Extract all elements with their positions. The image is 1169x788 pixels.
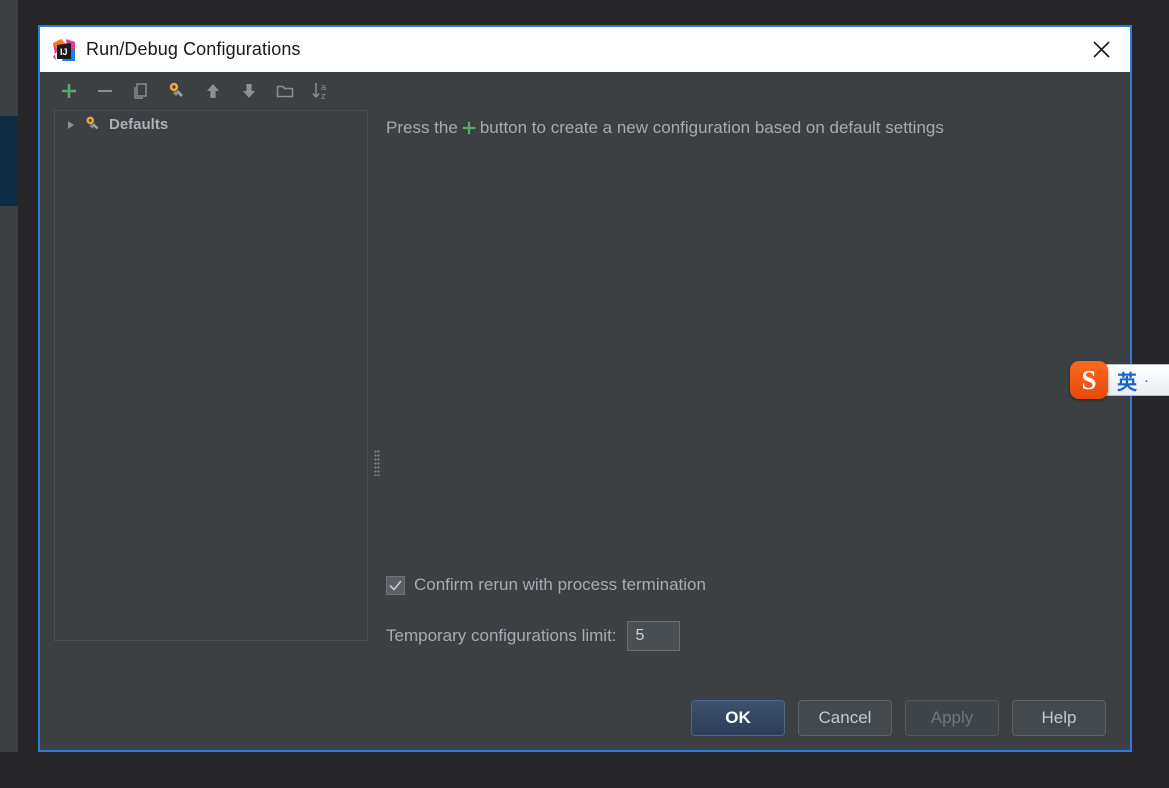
- apply-button: Apply: [905, 700, 999, 736]
- checkmark-icon: [389, 579, 402, 591]
- ide-bottom-area: [0, 752, 1169, 788]
- ime-punctuation-icon[interactable]: ·: [1144, 372, 1149, 389]
- tree-item-defaults[interactable]: Defaults: [55, 111, 367, 137]
- ide-left-strip-highlight: [0, 116, 18, 206]
- hint-text-after: button to create a new configuration bas…: [479, 118, 944, 137]
- sort-alphabetically-icon[interactable]: a z: [308, 78, 334, 104]
- confirm-rerun-option[interactable]: Confirm rerun with process termination: [386, 575, 1130, 595]
- empty-state-hint: Press the button to create a new configu…: [386, 118, 1110, 138]
- intellij-idea-logo-icon: IJ: [53, 38, 75, 61]
- svg-text:z: z: [321, 91, 326, 101]
- hint-text-before: Press the: [386, 118, 458, 137]
- help-button[interactable]: Help: [1012, 700, 1106, 736]
- move-up-icon[interactable]: [200, 78, 226, 104]
- edit-defaults-icon[interactable]: [164, 78, 190, 104]
- panel-splitter[interactable]: [368, 110, 386, 686]
- temporary-limit-option: Temporary configurations limit:: [386, 621, 1130, 651]
- copy-icon[interactable]: [128, 78, 154, 104]
- confirm-rerun-checkbox[interactable]: [386, 575, 405, 595]
- sogou-ime-toolbar[interactable]: S 英 ·: [1070, 361, 1169, 399]
- remove-icon[interactable]: [92, 78, 118, 104]
- wrench-gear-icon: [84, 115, 102, 133]
- configurations-tree-panel[interactable]: Defaults: [54, 110, 368, 641]
- folder-icon[interactable]: [272, 78, 298, 104]
- temporary-limit-label: Temporary configurations limit:: [386, 626, 617, 645]
- add-icon: [460, 119, 478, 137]
- configurations-toolbar: a z: [40, 72, 1130, 110]
- dialog-body: a z Defaults Press the button to create …: [40, 72, 1130, 750]
- run-debug-configurations-dialog: IJ Run/Debug Configurations a z Defaults…: [38, 25, 1132, 752]
- splitter-grip-icon[interactable]: [374, 450, 380, 476]
- svg-text:IJ: IJ: [60, 47, 68, 57]
- confirm-rerun-label: Confirm rerun with process termination: [414, 575, 706, 594]
- close-icon[interactable]: [1072, 27, 1130, 72]
- dialog-titlebar: IJ Run/Debug Configurations: [40, 27, 1130, 72]
- temporary-limit-input[interactable]: [626, 621, 680, 651]
- configuration-detail-pane: Press the button to create a new configu…: [386, 110, 1130, 686]
- ime-language-indicator[interactable]: 英: [1117, 366, 1137, 395]
- cancel-button[interactable]: Cancel: [798, 700, 892, 736]
- tree-item-label: Defaults: [109, 115, 169, 133]
- dialog-main-area: Defaults Press the button to create a ne…: [40, 110, 1130, 686]
- dialog-footer: OK Cancel Apply Help: [40, 686, 1130, 750]
- dialog-title: Run/Debug Configurations: [86, 39, 301, 59]
- ok-button[interactable]: OK: [691, 700, 785, 736]
- move-down-icon[interactable]: [236, 78, 262, 104]
- ime-status-panel[interactable]: 英 ·: [1104, 364, 1169, 396]
- global-options: Confirm rerun with process termination T…: [386, 575, 1130, 651]
- triangle-right-icon[interactable]: [65, 118, 77, 130]
- sogou-logo-icon[interactable]: S: [1070, 361, 1108, 399]
- add-icon[interactable]: [56, 78, 82, 104]
